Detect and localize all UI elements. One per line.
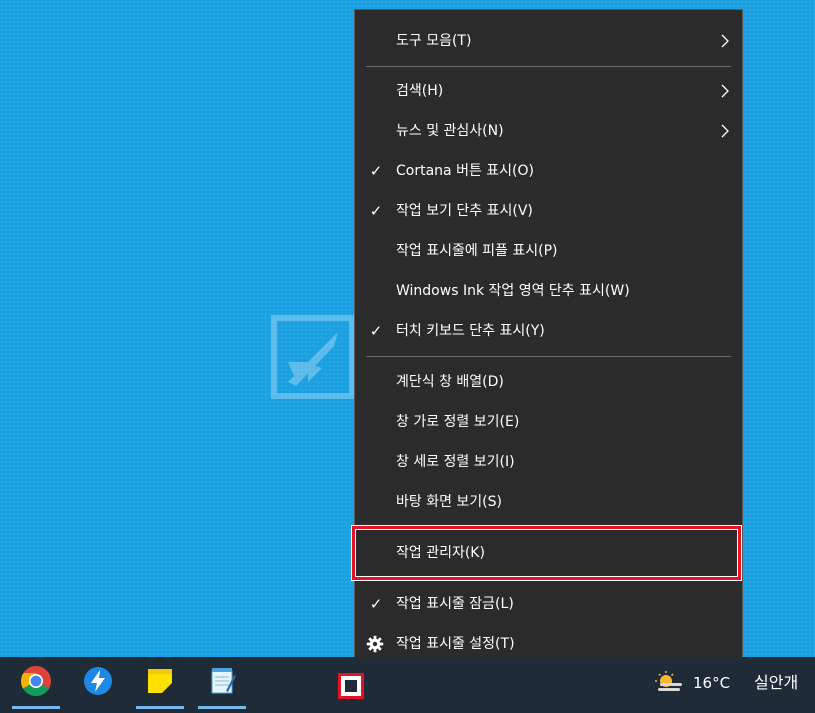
menu-item-task-manager[interactable]: 작업 관리자(K) <box>355 533 742 573</box>
menu-item-label: 작업 보기 단추 표시(V) <box>396 203 533 219</box>
active-indicator <box>136 706 184 709</box>
menu-item-show-windows-ink[interactable]: Windows Ink 작업 영역 단추 표시(W) <box>355 271 742 311</box>
checkmark-icon: ✓ <box>369 202 383 220</box>
menu-separator <box>366 356 731 357</box>
menu-item-show-people[interactable]: 작업 표시줄에 피플 표시(P) <box>355 231 742 271</box>
menu-item-label: 작업 표시줄 잠금(L) <box>396 596 514 612</box>
checkmark-icon: ✓ <box>369 162 383 180</box>
taskbar-app-notepad[interactable] <box>196 657 248 709</box>
menu-item-search[interactable]: 검색(H) <box>355 71 742 111</box>
menu-item-label: 계단식 창 배열(D) <box>396 374 504 390</box>
menu-item-label: Cortana 버튼 표시(O) <box>396 163 534 179</box>
taskbar-empty-area-highlight[interactable] <box>338 673 364 699</box>
taskbar-context-menu: 도구 모음(T) 검색(H) 뉴스 및 관심사(N) ✓ Cortana 버튼 … <box>352 9 743 675</box>
taskbar-app-chrome[interactable] <box>10 657 62 709</box>
weather-condition: 실안개 <box>754 673 799 692</box>
menu-item-show-task-view[interactable]: ✓ 작업 보기 단추 표시(V) <box>355 191 742 231</box>
sticky-notes-icon <box>148 669 172 693</box>
weather-temperature: 16°C <box>693 674 731 692</box>
menu-item-label: Windows Ink 작업 영역 단추 표시(W) <box>396 283 630 299</box>
checkmark-icon: ✓ <box>369 595 383 613</box>
menu-item-label: 작업 관리자(K) <box>396 545 485 561</box>
menu-item-news-interests[interactable]: 뉴스 및 관심사(N) <box>355 111 742 151</box>
chevron-right-icon <box>721 84 729 98</box>
menu-item-label: 창 가로 정렬 보기(E) <box>396 414 520 430</box>
menu-item-label: 창 세로 정렬 보기(I) <box>396 454 515 470</box>
rocket-logo-icon <box>271 315 355 399</box>
notepad-icon <box>211 668 236 694</box>
menu-item-show-side-by-side[interactable]: 창 세로 정렬 보기(I) <box>355 442 742 482</box>
checkmark-icon: ✓ <box>369 322 383 340</box>
gear-icon <box>366 635 384 653</box>
menu-item-show-touch-keyboard[interactable]: ✓ 터치 키보드 단추 표시(Y) <box>355 311 742 351</box>
taskbar-app-sticky-notes[interactable] <box>134 657 186 709</box>
menu-item-show-stacked[interactable]: 창 가로 정렬 보기(E) <box>355 402 742 442</box>
chevron-right-icon <box>721 124 729 138</box>
menu-item-lock-taskbar[interactable]: ✓ 작업 표시줄 잠금(L) <box>355 584 742 624</box>
menu-item-label: 도구 모음(T) <box>396 33 472 49</box>
taskbar-app-messenger[interactable] <box>72 657 124 709</box>
menu-separator <box>366 66 731 67</box>
messenger-icon <box>84 667 112 695</box>
menu-item-label: 검색(H) <box>396 83 444 99</box>
menu-item-toolbars[interactable]: 도구 모음(T) <box>355 21 742 61</box>
chrome-icon <box>21 666 51 697</box>
chevron-right-icon <box>721 34 729 48</box>
menu-item-label: 작업 표시줄에 피플 표시(P) <box>396 243 558 259</box>
partly-sunny-icon <box>655 671 682 691</box>
active-indicator <box>198 706 246 709</box>
menu-item-cascade-windows[interactable]: 계단식 창 배열(D) <box>355 362 742 402</box>
menu-item-show-cortana[interactable]: ✓ Cortana 버튼 표시(O) <box>355 151 742 191</box>
active-indicator <box>12 706 60 709</box>
menu-item-label: 바탕 화면 보기(S) <box>396 494 502 510</box>
menu-item-label: 뉴스 및 관심사(N) <box>396 123 504 139</box>
menu-item-show-desktop[interactable]: 바탕 화면 보기(S) <box>355 482 742 522</box>
menu-item-label: 터치 키보드 단추 표시(Y) <box>396 323 545 339</box>
